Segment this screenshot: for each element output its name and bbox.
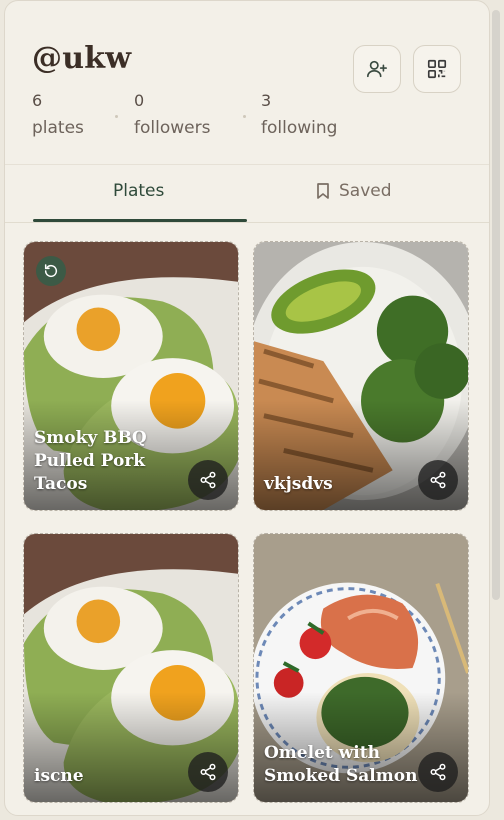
scrollbar-thumb[interactable] — [492, 10, 500, 600]
profile-panel: @ukw 6 plates 0 followers 3 following Pl… — [4, 0, 490, 816]
plate-title: Smoky BBQ Pulled Pork Tacos — [34, 428, 147, 494]
user-plus-icon — [367, 60, 387, 78]
tab-label: Plates — [113, 181, 165, 201]
plate-title: iscne — [34, 766, 84, 786]
share-button[interactable] — [188, 460, 228, 500]
stat-plates[interactable]: 6 plates — [32, 91, 84, 138]
share-icon — [430, 763, 446, 781]
share-button[interactable] — [188, 752, 228, 792]
profile-header: @ukw 6 plates 0 followers 3 following — [5, 1, 489, 165]
stat-label: plates — [32, 118, 84, 138]
plate-card[interactable]: iscne — [23, 533, 239, 803]
plate-card[interactable]: Smoky BBQ Pulled Pork Tacos — [23, 241, 239, 511]
stat-label: following — [261, 118, 338, 138]
stat-label: followers — [134, 118, 211, 138]
share-button[interactable] — [418, 752, 458, 792]
active-tab-indicator — [33, 219, 247, 222]
plate-title: vkjsdvs — [264, 474, 333, 494]
qr-code-icon — [427, 59, 447, 79]
qr-code-button[interactable] — [413, 45, 461, 93]
tab-plates[interactable]: Plates — [113, 181, 164, 201]
share-icon — [430, 471, 446, 489]
add-friend-button[interactable] — [353, 45, 401, 93]
profile-tabs: Plates Saved — [5, 165, 489, 223]
repeat-icon — [44, 264, 58, 278]
bookmark-icon — [317, 183, 329, 199]
stat-value: 0 — [134, 91, 145, 110]
tab-label: Saved — [339, 181, 392, 201]
tab-saved[interactable]: Saved — [315, 181, 392, 201]
plate-title: Omelet with Smoked Salmon — [264, 743, 418, 786]
stat-following[interactable]: 3 following — [261, 91, 337, 138]
plate-card[interactable]: vkjsdvs — [253, 241, 469, 511]
stat-value: 6 — [32, 91, 43, 110]
stat-value: 3 — [261, 91, 272, 110]
share-icon — [200, 763, 216, 781]
share-button[interactable] — [418, 460, 458, 500]
share-icon — [200, 471, 216, 489]
plate-card[interactable]: Omelet with Smoked Salmon — [253, 533, 469, 803]
stat-followers[interactable]: 0 followers — [134, 91, 210, 138]
stat-divider — [243, 115, 246, 118]
stat-divider — [115, 115, 118, 118]
profile-handle: @ukw — [32, 41, 132, 76]
repeat-badge — [36, 256, 66, 286]
